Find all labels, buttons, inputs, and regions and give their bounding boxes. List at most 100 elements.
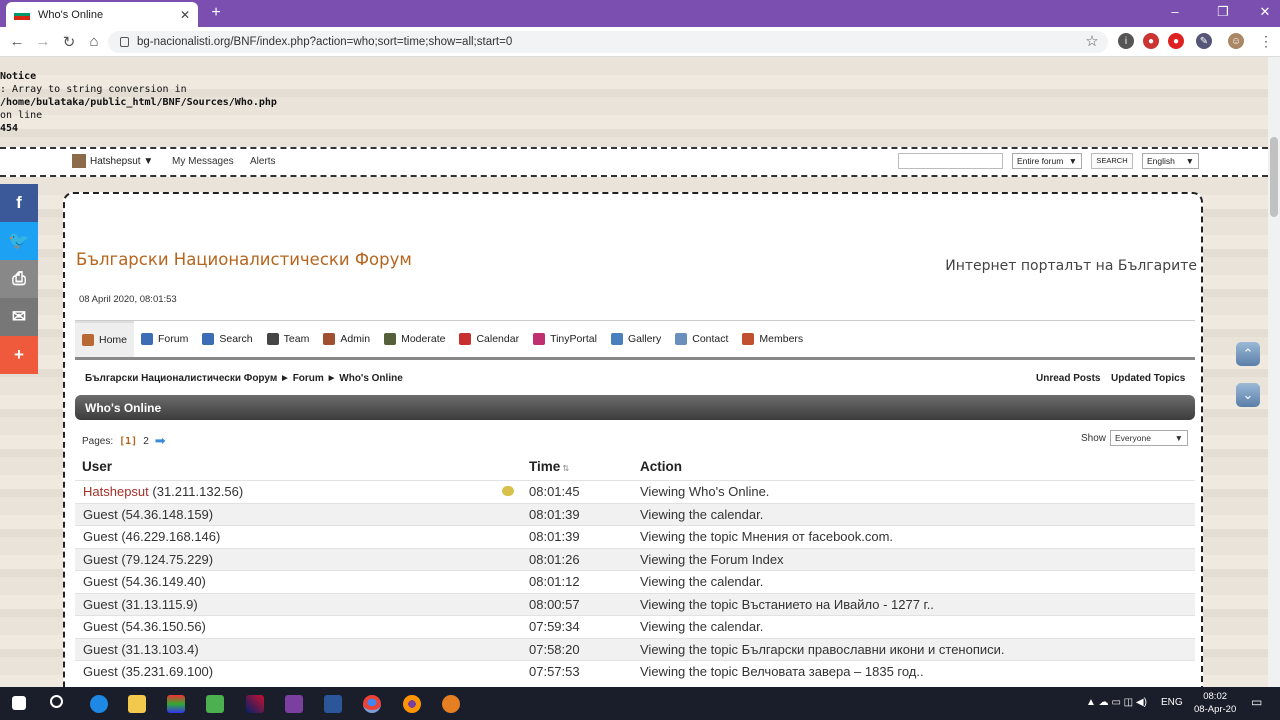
tray-icons[interactable]: ▲ ☁ ▭ ◫ ◀): [1086, 697, 1147, 708]
scroll-down-button[interactable]: ⌄: [1236, 383, 1260, 407]
language-select[interactable]: English ▼: [1142, 153, 1199, 169]
menu-dots-icon[interactable]: ⋮: [1258, 33, 1274, 49]
search-button[interactable]: SEARCH: [1091, 153, 1133, 169]
user-cell: Guest (54.36.148.159): [83, 507, 213, 522]
extension-adblock-icon[interactable]: ●: [1168, 33, 1184, 49]
action-cell[interactable]: Viewing Who's Online.: [640, 484, 769, 499]
menu-gallery[interactable]: Gallery: [604, 321, 668, 357]
search-scope-select[interactable]: Entire forum ▼: [1012, 153, 1082, 169]
chrome-icon[interactable]: [363, 695, 381, 713]
my-messages-link[interactable]: My Messages: [172, 156, 234, 167]
menu-moderate[interactable]: Moderate: [377, 321, 452, 357]
user-name: Guest: [83, 619, 118, 635]
updated-topics-link[interactable]: Updated Topics: [1111, 373, 1185, 384]
menu-team[interactable]: Team: [260, 321, 317, 357]
extension-block-icon[interactable]: ●: [1143, 33, 1159, 49]
tinyportal-icon: [533, 333, 546, 345]
personal-message-icon[interactable]: [502, 486, 514, 496]
clock[interactable]: 08:02 08-Apr-20: [1194, 690, 1236, 716]
action-cell[interactable]: Viewing the topic Велчовата завера – 183…: [640, 664, 924, 679]
unread-posts-link[interactable]: Unread Posts: [1036, 373, 1100, 384]
action-cell[interactable]: Viewing the topic Въстанието на Ивайло -…: [640, 597, 934, 612]
user-name: Guest: [83, 506, 118, 522]
breadcrumb-current[interactable]: Who's Online: [339, 373, 403, 384]
email-share-icon[interactable]: ✉: [0, 298, 38, 336]
action-cell[interactable]: Viewing the topic Български православни …: [640, 642, 1005, 657]
windows-start-icon[interactable]: [12, 696, 26, 710]
extension-pen-icon[interactable]: ✎: [1196, 33, 1212, 49]
tab-title: Who's Online: [38, 8, 104, 21]
forward-icon[interactable]: →: [33, 33, 53, 50]
breadcrumb-root[interactable]: Български Националистически Форум: [85, 373, 277, 384]
user-name: Guest: [83, 664, 118, 680]
scrollbar-thumb[interactable]: [1270, 137, 1278, 217]
menu-contact[interactable]: Contact: [668, 321, 735, 357]
alerts-link[interactable]: Alerts: [250, 156, 276, 167]
close-tab-icon[interactable]: ✕: [180, 8, 190, 22]
home-browser-icon[interactable]: ⌂: [84, 33, 104, 50]
minimize-icon[interactable]: –: [1160, 4, 1190, 19]
show-select[interactable]: Everyone ▼: [1110, 430, 1189, 446]
new-tab-button[interactable]: +: [206, 4, 226, 22]
page-scrollbar[interactable]: [1268, 57, 1280, 687]
php-notice: Notice : Array to string conversion in /…: [0, 71, 277, 134]
sort-icon: ⇅: [560, 464, 570, 473]
site-tagline: Интернет порталът на Българите: [945, 258, 1197, 274]
menu-home[interactable]: Home: [75, 321, 135, 357]
menu-forum[interactable]: Forum: [134, 321, 195, 357]
uk-flag-icon[interactable]: [246, 695, 264, 713]
menu-tinyportal[interactable]: TinyPortal: [526, 321, 604, 357]
scroll-up-button[interactable]: ⌃: [1236, 342, 1260, 366]
firefox-icon[interactable]: [403, 695, 421, 713]
breadcrumb-forum[interactable]: Forum: [293, 373, 324, 384]
user-name: Guest: [83, 574, 118, 590]
notepad-icon[interactable]: [206, 695, 224, 713]
site-title[interactable]: Български Националистически Форум: [76, 250, 412, 269]
onenote-icon[interactable]: [285, 695, 303, 713]
app-icon[interactable]: [167, 695, 185, 713]
facebook-share-icon[interactable]: f: [0, 184, 38, 222]
user-name[interactable]: Hatshepsut: [83, 484, 149, 499]
menu-label: Search: [219, 333, 253, 345]
action-cell[interactable]: Viewing the Forum Index: [640, 552, 784, 567]
menu-members[interactable]: Members: [735, 321, 810, 357]
edge-icon[interactable]: [90, 695, 108, 713]
menu-label: Members: [759, 333, 804, 345]
search-input[interactable]: [898, 153, 1003, 169]
user-cell: Guest (46.229.168.146): [83, 529, 220, 544]
browser-tab[interactable]: Who's Online ✕: [6, 2, 198, 27]
restore-icon[interactable]: ❐: [1208, 4, 1238, 20]
menu-calendar[interactable]: Calendar: [452, 321, 526, 357]
action-cell[interactable]: Viewing the topic Мнения от facebook.com…: [640, 529, 893, 544]
menu-search[interactable]: Search: [195, 321, 259, 357]
action-cell[interactable]: Viewing the calendar.: [640, 619, 763, 634]
menu-admin[interactable]: Admin: [316, 321, 377, 357]
action-cell[interactable]: Viewing the calendar.: [640, 507, 763, 522]
profile-avatar[interactable]: ☺: [1228, 33, 1244, 49]
url-field[interactable]: bg-nacionalisti.org/BNF/index.php?action…: [108, 31, 1108, 53]
column-action[interactable]: Action: [640, 459, 682, 474]
app-sun-icon[interactable]: [442, 695, 460, 713]
user-name: Guest: [83, 596, 118, 612]
more-share-icon[interactable]: +: [0, 336, 38, 374]
close-window-icon[interactable]: ✕: [1250, 4, 1280, 20]
extension-info-icon[interactable]: i: [1118, 33, 1134, 49]
reload-icon[interactable]: ↻: [59, 33, 79, 51]
language-indicator[interactable]: ENG: [1161, 697, 1183, 708]
back-icon[interactable]: ←: [7, 33, 27, 50]
print-icon[interactable]: ⎙: [0, 260, 38, 298]
action-cell[interactable]: Viewing the calendar.: [640, 574, 763, 589]
user-menu[interactable]: Hatshepsut ▼: [72, 154, 153, 168]
twitter-share-icon[interactable]: 🐦: [0, 222, 38, 260]
word-icon[interactable]: [324, 695, 342, 713]
next-page-arrow-icon[interactable]: ➡: [155, 433, 166, 449]
bookmark-star-icon[interactable]: ☆: [1082, 32, 1102, 50]
column-user[interactable]: User: [82, 459, 112, 474]
table-row: Guest (54.36.149.40) 08:01:12 Viewing the …: [75, 570, 1195, 593]
column-time[interactable]: Time ⇅: [529, 459, 569, 474]
file-explorer-icon[interactable]: [128, 695, 146, 713]
search-icon[interactable]: [50, 695, 63, 708]
page-2-link[interactable]: 2: [143, 436, 149, 447]
notifications-icon[interactable]: ▭: [1251, 695, 1262, 709]
user-avatar: [72, 154, 86, 168]
